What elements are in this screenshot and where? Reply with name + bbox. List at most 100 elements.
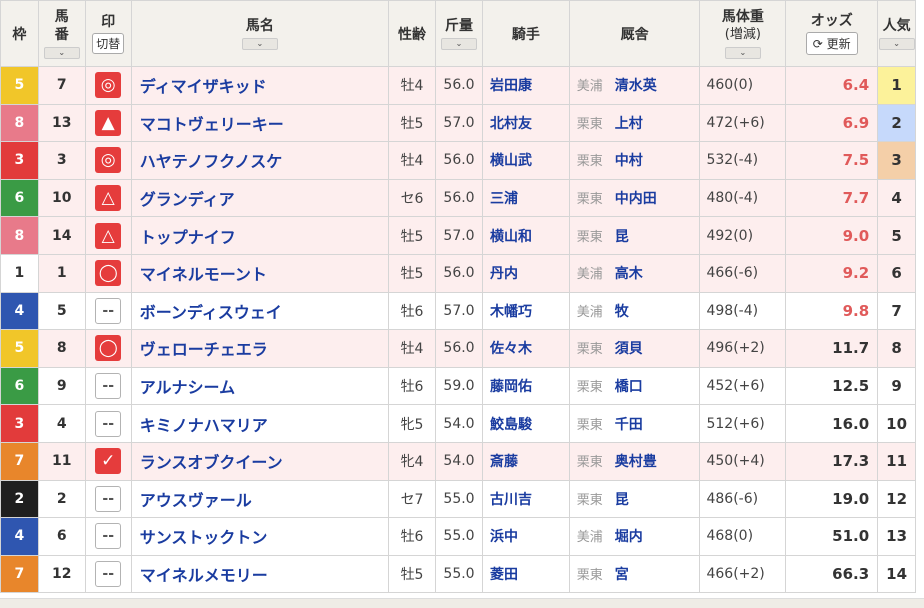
jockey-link[interactable]: 佐々木 [481,329,570,368]
sort-chevron-icon[interactable]: ⌄ [878,38,915,50]
body-weight: 460(0) [699,66,787,105]
kinryo: 54.0 [435,404,483,443]
sort-chevron-icon[interactable]: ⌄ [43,47,80,59]
horse-name-link[interactable]: アルナシーム [130,366,390,406]
stable-area: 栗東 [576,116,603,132]
trainer-link[interactable]: 中村 [615,153,643,169]
jockey-link[interactable]: 木幡巧 [481,291,570,331]
jockey-link[interactable]: 北村友 [481,103,570,143]
umaban: 8 [37,329,86,368]
horse-name-link[interactable]: トップナイフ [130,216,390,255]
horse-name-link[interactable]: グランディア [130,178,390,218]
jockey-link[interactable]: 横山和 [481,216,570,255]
table-row: 4 6 -- サンストックトン 牡6 55.0 浜中 美浦 堀内 468(0) 51.0 13 [0,517,916,556]
header-kinryo[interactable]: 斤量 ⌄ [435,0,483,67]
trainer-link[interactable]: 中内田 [615,191,657,207]
header-popularity[interactable]: 人気 ⌄ [877,0,916,67]
prediction-mark-button[interactable]: ▲ [95,109,122,136]
horse-name-link[interactable]: ヴェローチェエラ [130,329,390,368]
trainer-link[interactable]: 須貝 [615,341,643,357]
kinryo: 57.0 [435,216,483,255]
jockey-link[interactable]: 横山武 [481,141,570,180]
prediction-mark-button[interactable]: ◯ [95,260,122,287]
prediction-mark-button[interactable]: -- [95,561,122,588]
trainer-link[interactable]: 昆 [615,229,629,245]
odds: 17.3 [785,441,879,481]
sort-chevron-icon[interactable]: ⌄ [241,38,278,50]
kinryo: 55.0 [435,554,483,594]
mark-cell: △ [84,178,132,218]
refresh-button[interactable]: ⟳ 更新 [805,32,858,55]
odds: 16.0 [785,404,879,443]
trainer-link[interactable]: 千田 [615,417,643,433]
jockey-link[interactable]: 岩田康 [481,66,570,105]
sort-chevron-icon[interactable]: ⌄ [441,38,477,50]
horse-name-link[interactable]: アウスヴァール [130,479,390,519]
trainer-link[interactable]: 橋口 [615,379,643,395]
horse-name-link[interactable]: ハヤテノフクノスケ [130,141,390,180]
prediction-mark-button[interactable]: -- [95,485,122,512]
trainer-link[interactable]: 清水英 [615,78,657,94]
stable: 栗東昆 [568,479,701,519]
mark-toggle-button[interactable]: 切替 [92,33,125,54]
horse-name-link[interactable]: マイネルモーント [130,253,390,293]
table-row: 3 4 -- キミノナハマリア 牝5 54.0 鮫島駿 栗東 千田 512(+6) 16.0 10 [0,404,916,443]
waku-badge: 1 [0,253,39,293]
waku-badge: 5 [0,329,39,368]
trainer-link[interactable]: 昆 [615,492,629,508]
header-umaban[interactable]: 馬 番 ⌄ [37,0,86,67]
prediction-mark-button[interactable]: △ [95,222,122,249]
header-jockey: 騎手 [481,0,570,67]
jockey-link[interactable]: 鮫島駿 [481,404,570,443]
horse-name-link[interactable]: ボーンディスウェイ [130,291,390,331]
trainer-link[interactable]: 宮 [615,567,629,583]
sex-age: 牝5 [388,404,437,443]
horse-name-link[interactable]: キミノナハマリア [130,404,390,443]
trainer-link[interactable]: 奥村豊 [615,454,657,470]
trainer-link[interactable]: 高木 [615,266,643,282]
prediction-mark-button[interactable]: -- [95,297,122,324]
sort-chevron-icon[interactable]: ⌄ [724,47,761,59]
trainer-link[interactable]: 堀内 [615,529,643,545]
jockey-link[interactable]: 三浦 [481,178,570,218]
body-weight: 480(-4) [699,178,787,218]
trainer-link[interactable]: 上村 [615,116,643,132]
sex-age: セ7 [388,479,437,519]
prediction-mark-button[interactable]: -- [95,373,122,400]
prediction-mark-button[interactable]: ✓ [95,448,122,475]
jockey-link[interactable]: 藤岡佑 [481,366,570,406]
mark-cell: -- [84,366,132,406]
horse-name-link[interactable]: マコトヴェリーキー [130,103,390,143]
popularity: 6 [877,253,916,293]
prediction-mark-button[interactable]: ◎ [95,72,122,99]
prediction-mark-button[interactable]: ◯ [95,335,122,362]
horse-name-link[interactable]: マイネルメモリー [130,554,390,594]
trainer-link[interactable]: 牧 [615,304,629,320]
horse-name-link[interactable]: ディマイザキッド [130,66,390,105]
prediction-mark-button[interactable]: -- [95,410,122,437]
popularity: 2 [877,103,916,143]
jockey-link[interactable]: 丹内 [481,253,570,293]
prediction-mark-button[interactable]: -- [95,523,122,550]
stable: 美浦 堀内 [568,517,701,556]
jockey-link[interactable]: 浜中 [481,517,570,556]
body-weight: 450(+4) [699,441,787,481]
jockey-link[interactable]: 菱田 [481,554,570,594]
horse-name-link[interactable]: サンストックトン [130,517,390,556]
header-waku[interactable]: 枠 [0,0,39,67]
prediction-mark-button[interactable]: ◎ [95,147,122,174]
sex-age: 牡5 [388,554,437,594]
jockey-link[interactable]: 古川吉 [481,479,570,519]
prediction-mark-button[interactable]: △ [95,185,122,212]
sex-age: 牡6 [388,366,437,406]
body-weight: 512(+6) [699,404,787,443]
odds: 6.9 [785,103,879,143]
header-body-weight[interactable]: 馬体重 (増減) ⌄ [699,0,787,67]
jockey-link[interactable]: 斎藤 [481,441,570,481]
mark-cell: ✓ [84,441,132,481]
header-horse-name[interactable]: 馬名 ⌄ [130,0,390,67]
table-header: 枠 馬 番 ⌄ 印 切替 馬名 ⌄ 性齢 斤量 ⌄ 騎手 厩舎 馬体重 (増減)… [0,0,916,67]
umaban: 6 [37,517,86,556]
horse-name-link[interactable]: ランスオブクイーン [130,441,390,481]
stable-area: 栗東 [576,154,603,170]
